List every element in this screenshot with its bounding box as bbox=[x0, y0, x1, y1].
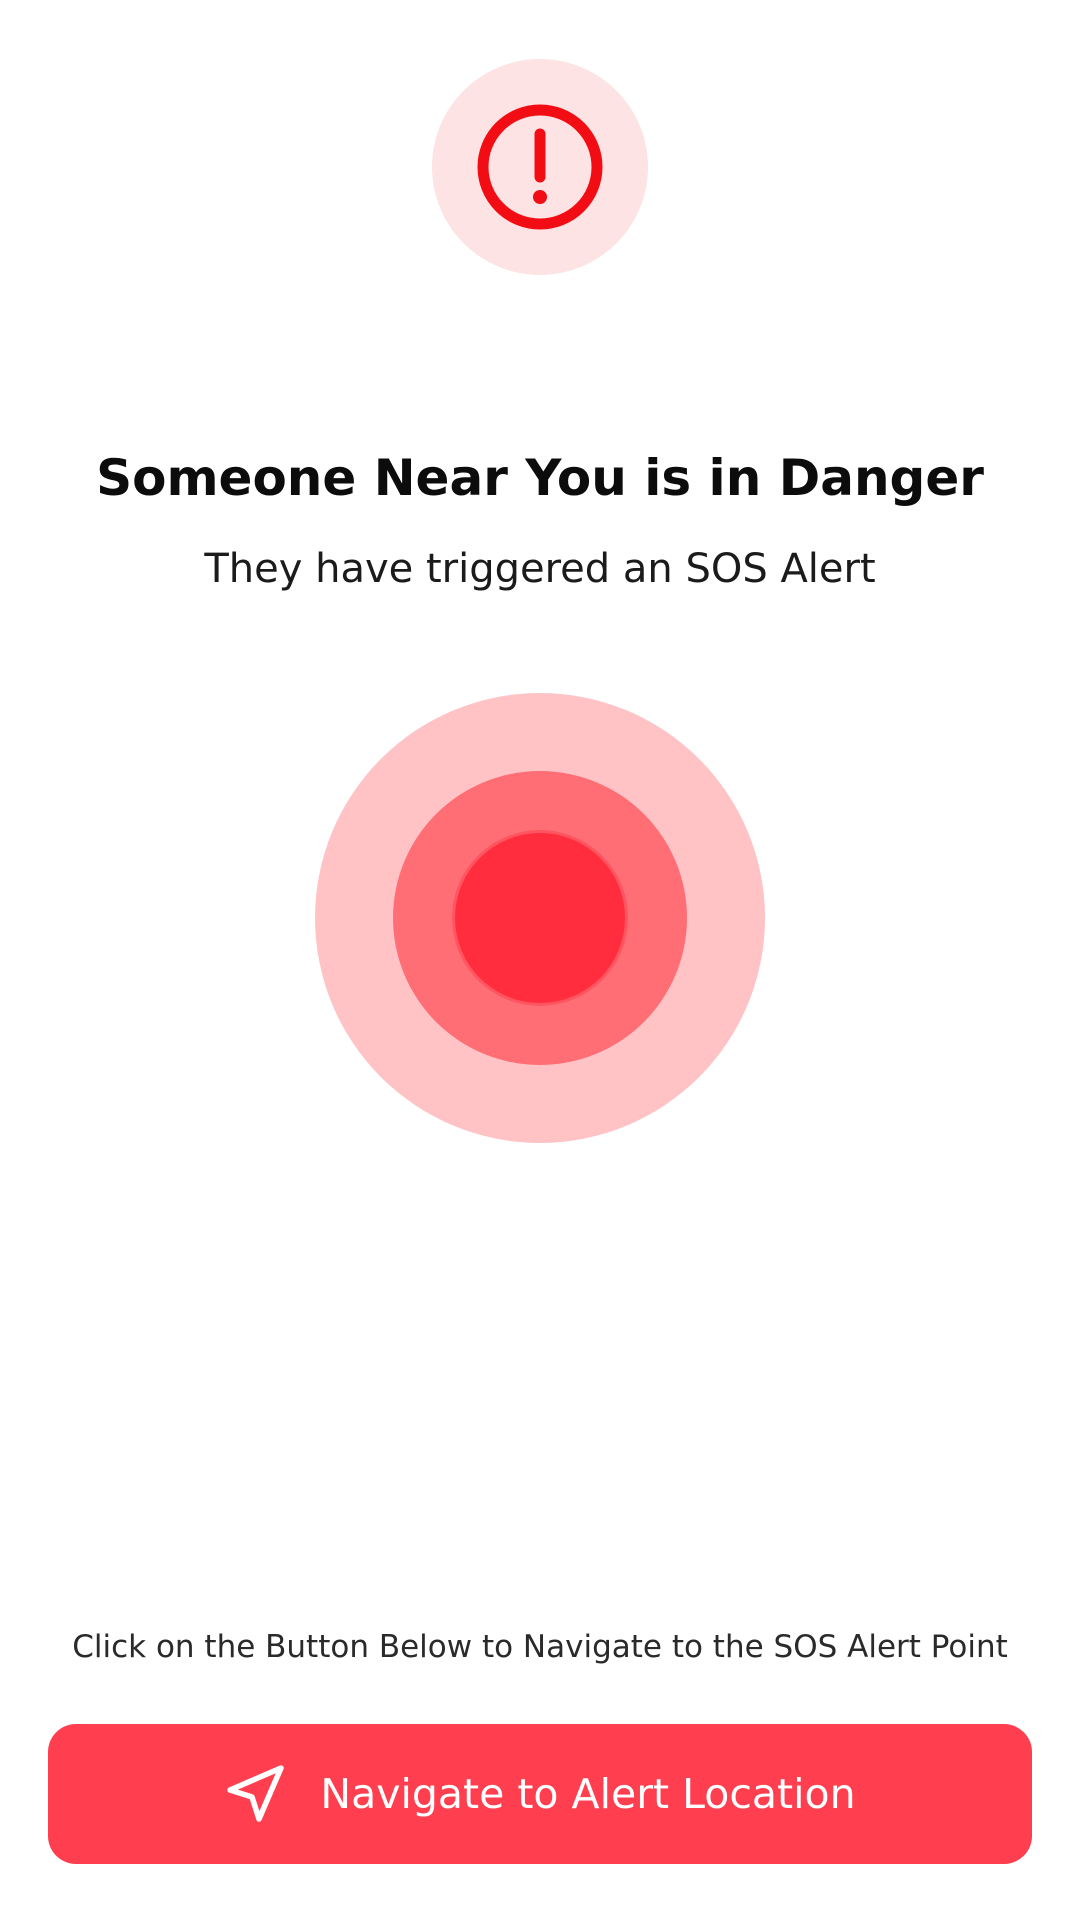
alert-title: Someone Near You is in Danger bbox=[96, 449, 984, 507]
pulse-core bbox=[455, 833, 625, 1003]
alert-circle-icon bbox=[473, 100, 607, 234]
navigate-to-alert-button[interactable]: Navigate to Alert Location bbox=[48, 1724, 1032, 1864]
navigation-arrow-icon bbox=[224, 1763, 286, 1825]
alert-subtitle: They have triggered an SOS Alert bbox=[204, 546, 876, 592]
navigation-hint: Click on the Button Below to Navigate to… bbox=[72, 1629, 1008, 1665]
alert-badge bbox=[432, 59, 648, 275]
navigate-button-label: Navigate to Alert Location bbox=[320, 1769, 856, 1818]
